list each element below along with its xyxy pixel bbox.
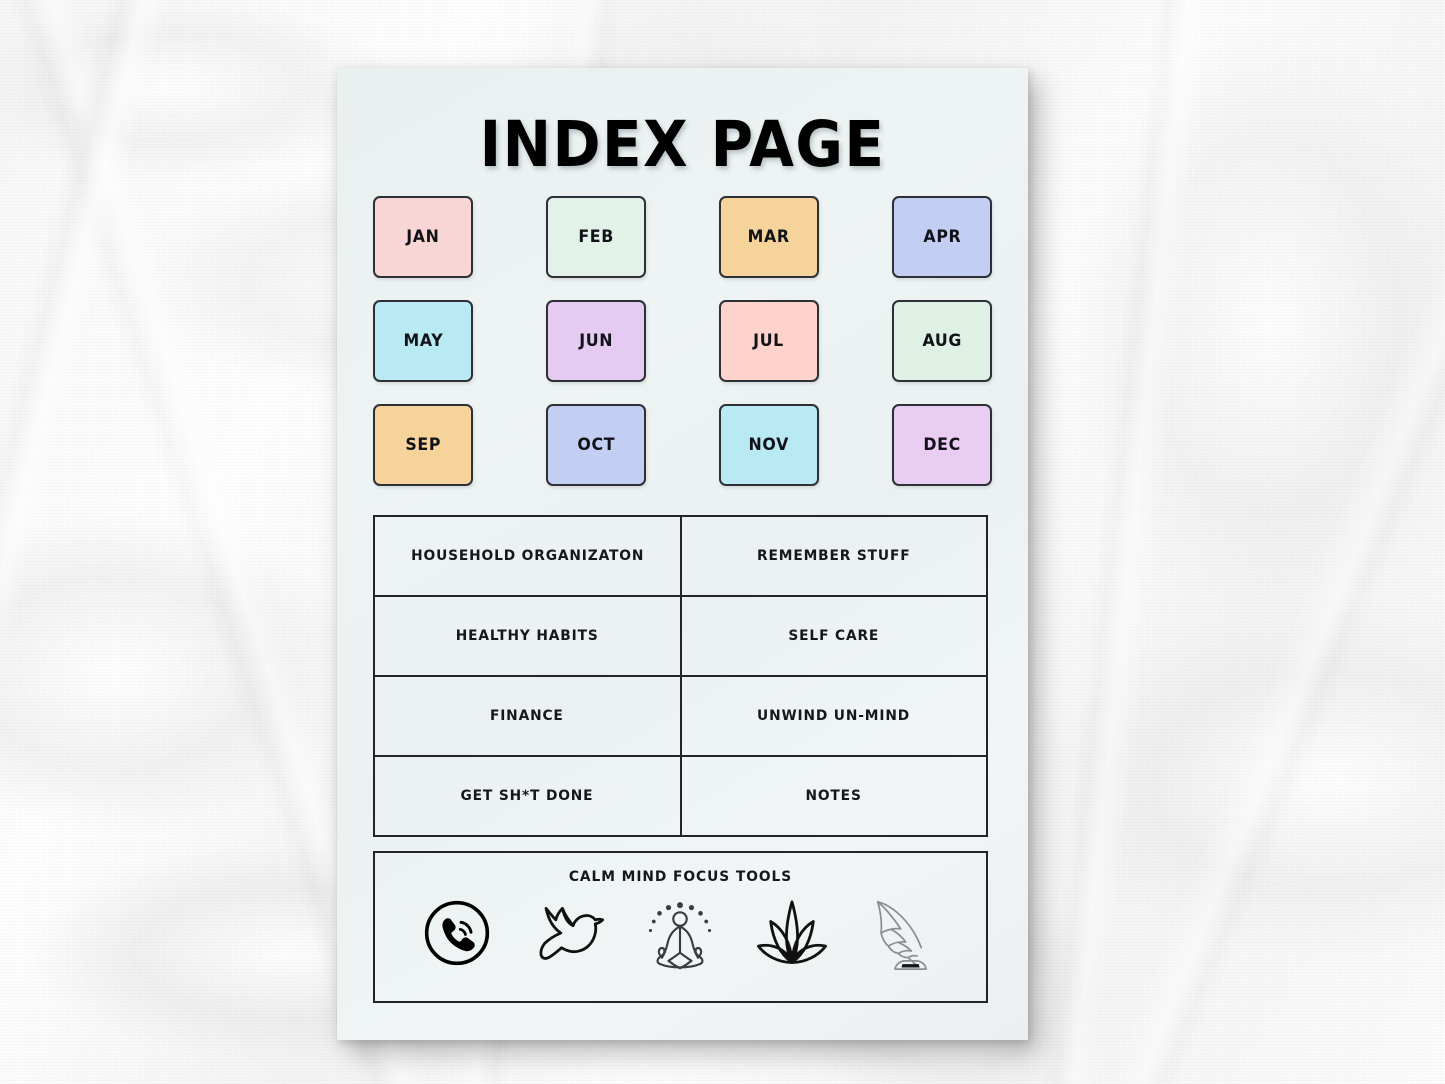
month-grid: JAN FEB MAR APR MAY JUN JUL AUG SEP OCT (373, 196, 992, 486)
phone-call-icon[interactable] (416, 891, 498, 975)
section-cell-unwind-un-mind[interactable]: UNWIND UN-MIND (679, 675, 988, 757)
focus-tools-icon-row (375, 891, 986, 975)
page-title: INDEX PAGE (479, 108, 886, 181)
month-tile-may[interactable]: MAY (373, 300, 473, 382)
month-label: MAR (747, 227, 791, 247)
section-label: FINANCE (490, 708, 565, 724)
table-row: FINANCE UNWIND UN-MIND (373, 675, 988, 757)
section-label: GET SH*T DONE (460, 788, 594, 804)
month-tile-apr[interactable]: APR (892, 196, 992, 278)
month-tile-jan[interactable]: JAN (373, 196, 473, 278)
dove-icon[interactable] (528, 891, 610, 975)
section-cell-notes[interactable]: NOTES (679, 755, 988, 837)
month-label: DEC (923, 435, 961, 455)
calm-mind-focus-tools-box: CALM MIND FOCUS TOOLS (373, 851, 988, 1003)
month-tile-sep[interactable]: SEP (373, 404, 473, 486)
month-tile-jul[interactable]: JUL (719, 300, 819, 382)
table-row: HOUSEHOLD ORGANIZATON REMEMBER STUFF (373, 515, 988, 597)
section-label: NOTES (805, 788, 862, 804)
month-label: JAN (406, 227, 440, 247)
table-row: GET SH*T DONE NOTES (373, 755, 988, 837)
lotus-plant-icon[interactable] (751, 891, 833, 975)
month-tile-aug[interactable]: AUG (892, 300, 992, 382)
quill-inkwell-icon[interactable] (863, 891, 945, 975)
month-tile-dec[interactable]: DEC (892, 404, 992, 486)
section-cell-self-care[interactable]: SELF CARE (679, 595, 988, 677)
month-label: APR (923, 227, 961, 247)
month-label: MAY (403, 331, 443, 351)
month-label: AUG (922, 331, 962, 351)
section-label: HEALTHY HABITS (455, 628, 599, 644)
section-cell-healthy-habits[interactable]: HEALTHY HABITS (373, 595, 682, 677)
section-cell-get-sht-done[interactable]: GET SH*T DONE (373, 755, 682, 837)
month-label: FEB (578, 227, 614, 247)
month-label: JUN (579, 331, 613, 351)
month-tile-mar[interactable]: MAR (719, 196, 819, 278)
section-label: REMEMBER STUFF (757, 548, 911, 564)
section-cell-finance[interactable]: FINANCE (373, 675, 682, 757)
section-label: UNWIND UN-MIND (757, 708, 911, 724)
month-tile-jun[interactable]: JUN (546, 300, 646, 382)
meditation-icon[interactable] (639, 891, 721, 975)
section-table: HOUSEHOLD ORGANIZATON REMEMBER STUFF HEA… (373, 515, 988, 837)
month-label: SEP (405, 435, 441, 455)
section-label: SELF CARE (788, 628, 880, 644)
month-tile-feb[interactable]: FEB (546, 196, 646, 278)
printable-index-page: INDEX PAGE JAN FEB MAR APR MAY JUN JUL A… (337, 68, 1028, 1040)
section-cell-household-organization[interactable]: HOUSEHOLD ORGANIZATON (373, 515, 682, 597)
section-cell-remember-stuff[interactable]: REMEMBER STUFF (679, 515, 988, 597)
table-row: HEALTHY HABITS SELF CARE (373, 595, 988, 677)
month-tile-nov[interactable]: NOV (719, 404, 819, 486)
section-label: HOUSEHOLD ORGANIZATON (410, 548, 644, 564)
month-tile-oct[interactable]: OCT (546, 404, 646, 486)
month-label: NOV (748, 435, 790, 455)
focus-tools-title: CALM MIND FOCUS TOOLS (568, 869, 793, 885)
month-label: JUL (753, 331, 785, 351)
month-label: OCT (577, 435, 615, 455)
